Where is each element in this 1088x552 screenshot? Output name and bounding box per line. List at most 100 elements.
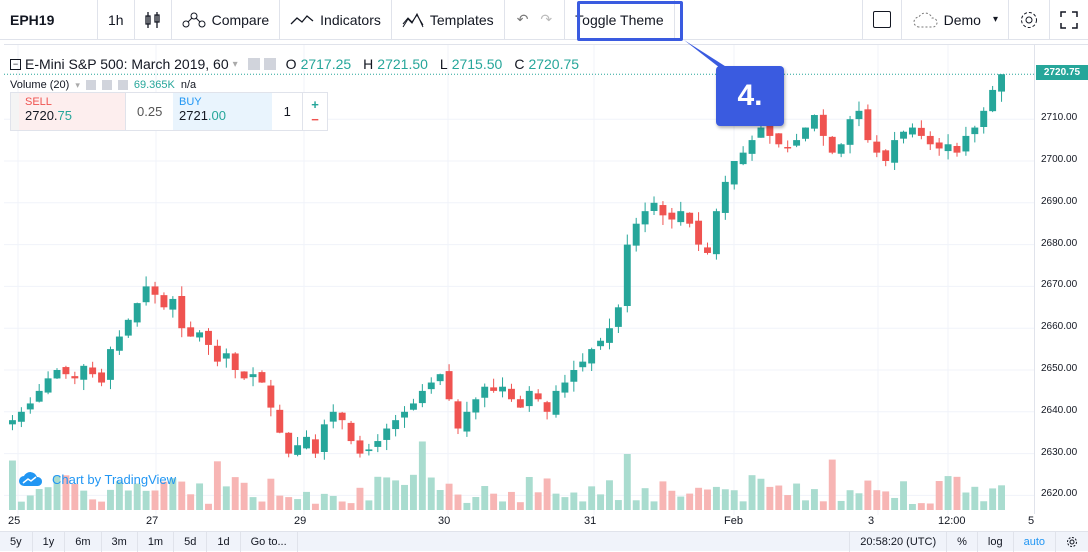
volume-bar [873,490,881,510]
fullscreen-box-button[interactable] [861,0,902,40]
symbol-search-button[interactable]: EPH19 [0,0,98,40]
candle-body [427,382,435,390]
volume-bar [525,476,533,510]
toggle-theme-button[interactable]: Toggle Theme [565,0,675,40]
quantity-value[interactable]: 1 [272,93,302,130]
chart-settings-button[interactable] [1056,532,1088,552]
range-button[interactable]: 1y [33,531,66,552]
price-tick: 2670.00 [1041,279,1078,291]
step-callout: 4. [716,66,784,126]
candle-body [463,411,471,432]
volume-bar [240,482,248,510]
candle-body [695,220,703,245]
candle-body [704,247,711,253]
volume-bar [980,501,988,510]
fullscreen-button[interactable] [1050,0,1088,40]
volume-bar [739,501,747,510]
volume-bar [124,490,132,510]
indicators-button[interactable]: Indicators [280,0,392,40]
candle-body [98,372,106,383]
volume-dropdown-icon[interactable]: ▾ [75,80,80,91]
templates-button[interactable]: Templates [392,0,505,40]
volume-bar [401,484,408,510]
log-button[interactable]: log [978,531,1014,552]
legend-dropdown-icon[interactable]: ▾ [233,59,238,70]
sell-button[interactable]: SELL 2720.75 [11,93,126,130]
settings-button[interactable] [1009,0,1050,40]
price-tick: 2700.00 [1041,154,1078,165]
range-buttons: 5y 1y 6m 3m 1m 5d 1d [0,531,241,552]
settings-small-icon[interactable] [263,58,276,70]
volume-bar [285,497,293,510]
volume-bar [971,486,979,510]
redo-button[interactable]: ↷ [534,0,566,40]
goto-button[interactable]: Go to... [241,531,298,552]
range-button[interactable]: 5d [174,531,208,552]
candle-body [374,441,382,447]
volume-bar [222,486,230,510]
candle-body [810,115,818,129]
range-button[interactable]: 3m [102,531,138,552]
volume-close-icon[interactable] [117,80,128,90]
candle-body [623,244,631,306]
candle-body [588,349,596,364]
volume-bar [508,491,515,510]
low-value: 2715.50 [451,56,503,72]
interval-button[interactable]: 1h [98,0,135,40]
candle-body [231,353,239,370]
candle-body [347,422,355,442]
range-button[interactable]: 5y [0,531,33,552]
volume-bar [427,477,435,510]
volume-bar [187,494,195,510]
price-axis[interactable]: 2710.00 2700.00 2690.00 2680.00 2670.00 2660.… [1034,44,1088,514]
collapse-icon[interactable]: − [10,58,21,70]
volume-bar [561,497,569,510]
candle-body [864,109,872,141]
trade-widget: SELL 2720.75 0.25 BUY 2721.00 1 + − [10,92,328,131]
volume-bar [365,500,373,510]
toggle-theme-label: Toggle Theme [575,11,664,28]
increase-button[interactable]: + [311,97,319,112]
time-axis[interactable]: 25 27 29 30 31 Feb 3 12:00 5 [0,514,1088,530]
volume-bar [320,493,328,510]
volume-bar [695,487,703,510]
volume-settings-icon[interactable] [101,80,112,90]
volume-bar [579,501,587,510]
eye-icon[interactable] [247,58,260,70]
candle-body [267,385,275,408]
volume-bar [35,489,43,510]
compare-button[interactable]: Compare [172,0,281,40]
candle-body [668,212,676,220]
range-button[interactable]: 1m [138,531,175,552]
buy-button[interactable]: BUY 2721.00 [173,93,273,130]
candle-body [953,145,961,153]
undo-button[interactable]: ↶ [505,0,535,40]
volume-eye-icon[interactable] [85,80,96,90]
volume-bar [953,476,961,510]
price-tick: 2650.00 [1041,363,1078,374]
save-layout-button[interactable]: Demo ▾ [902,0,1009,40]
volume-bar [481,486,489,510]
demo-label: Demo [943,11,981,28]
range-button[interactable]: 6m [65,531,102,552]
chart-style-button[interactable] [135,0,172,40]
candle-body [748,140,756,154]
candle-body [917,127,925,136]
decrease-button[interactable]: − [311,112,319,127]
time-tick: Feb [724,515,743,527]
volume-bar [17,501,25,510]
top-toolbar: EPH19 1h Compare Indicators Templates ↶ … [0,0,1088,40]
time-tick: 25 [8,515,21,527]
volume-bar [196,483,204,510]
percent-button[interactable]: % [947,531,978,552]
volume-bar [623,453,631,510]
volume-bar [249,497,257,510]
candle-body [873,141,881,153]
volume-bar [935,481,943,510]
candle-body [802,127,809,139]
range-button[interactable]: 1d [207,531,241,552]
volume-bar [98,501,106,510]
tradingview-watermark[interactable]: Chart by TradingView [18,470,176,488]
candle-body [356,440,364,454]
auto-button[interactable]: auto [1014,531,1056,552]
